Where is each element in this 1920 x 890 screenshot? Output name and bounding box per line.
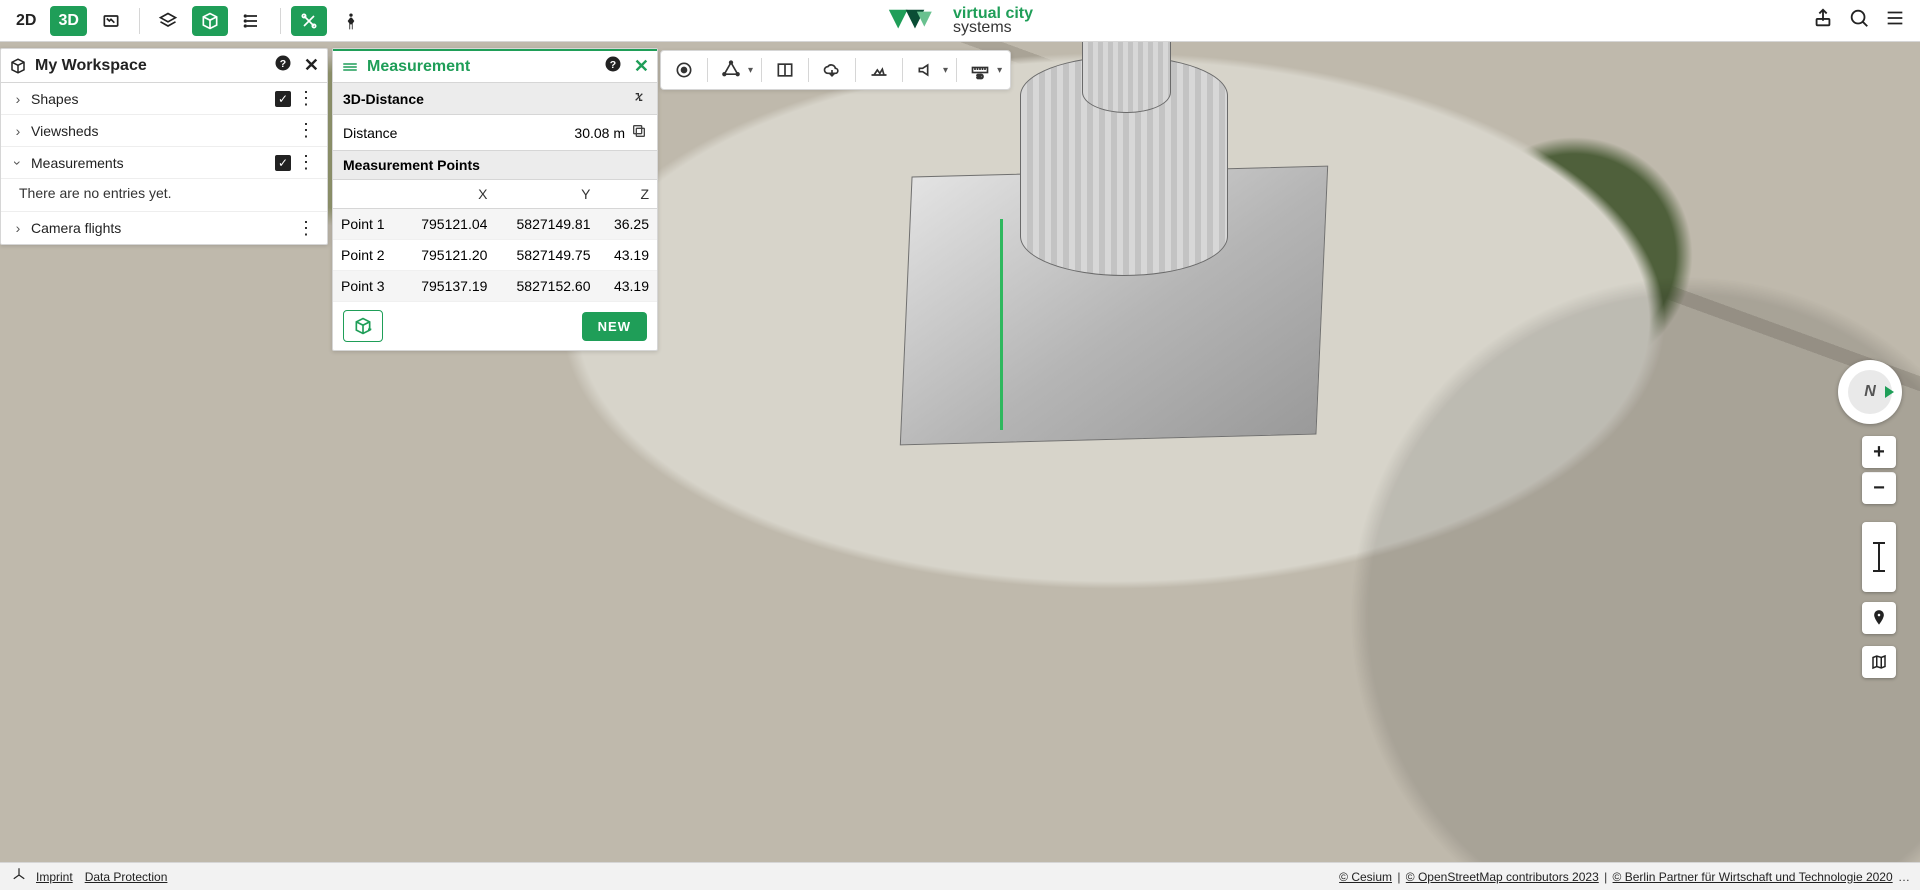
measure-toolbar: ▾ ▾ 3D ▾: [660, 50, 1011, 90]
chevron-down-icon[interactable]: ▾: [943, 65, 952, 76]
collapse-icon[interactable]: [631, 89, 647, 108]
chevron-down-icon[interactable]: ▾: [748, 65, 757, 76]
berlin-link[interactable]: © Berlin Partner für Wirtschaft und Tech…: [1613, 870, 1893, 884]
chevron-right-icon: ›: [11, 123, 25, 139]
tree-label: Measurements: [31, 155, 124, 171]
brand-mark-icon: [887, 6, 943, 36]
col-y: Y: [495, 180, 598, 209]
tree-label: Shapes: [31, 91, 78, 107]
brand-line2: systems: [953, 21, 1033, 35]
col-x: X: [401, 180, 495, 209]
announce-tool-button[interactable]: [907, 54, 945, 86]
footer: Imprint Data Protection © Cesium | © Ope…: [0, 862, 1920, 890]
svg-text:?: ?: [280, 58, 286, 70]
add-to-workspace-button[interactable]: [343, 310, 383, 342]
imprint-link[interactable]: Imprint: [36, 870, 73, 884]
measurement-line: [1000, 219, 1003, 430]
top-toolbar: 2D 3D virtual city systems: [0, 0, 1920, 42]
attribution: © Cesium | © OpenStreetMap contributors …: [1337, 870, 1910, 884]
layers-button[interactable]: [150, 6, 186, 36]
more-icon[interactable]: ⋮: [293, 218, 319, 239]
measure-mode: 3D-Distance: [343, 91, 424, 107]
view-2d-button[interactable]: 2D: [8, 6, 44, 36]
points-table: X Y Z Point 1 795121.04 5827149.81 36.25…: [333, 180, 657, 302]
building-model: [864, 75, 1384, 555]
tree-label: Viewsheds: [31, 123, 98, 139]
point-tool-button[interactable]: [712, 54, 750, 86]
chevron-down-icon[interactable]: ▾: [997, 65, 1006, 76]
distance-label: Distance: [343, 125, 397, 141]
cloud-tool-button[interactable]: [813, 54, 851, 86]
pedestrian-button[interactable]: [333, 6, 369, 36]
col-z: Z: [598, 180, 657, 209]
tilt-button[interactable]: [1862, 522, 1896, 592]
tree-label: Camera flights: [31, 220, 121, 236]
menu-button[interactable]: [1884, 7, 1906, 34]
table-row: Point 3 795137.19 5827152.60 43.19: [333, 271, 657, 302]
zoom-in-button[interactable]: +: [1862, 436, 1896, 468]
copy-icon[interactable]: [631, 123, 647, 142]
checkbox-checked-icon[interactable]: ✓: [275, 91, 291, 107]
locate-button[interactable]: [1862, 602, 1896, 634]
osm-link[interactable]: © OpenStreetMap contributors 2023: [1406, 870, 1599, 884]
close-icon[interactable]: ✕: [304, 55, 319, 76]
split-tool-button[interactable]: [766, 54, 804, 86]
svg-text:3D: 3D: [977, 74, 984, 80]
checkbox-checked-icon[interactable]: ✓: [275, 155, 291, 171]
tree-item-measurements[interactable]: › Measurements ✓ ⋮: [1, 147, 327, 179]
compass[interactable]: N: [1838, 360, 1902, 424]
chevron-right-icon: ›: [11, 91, 25, 107]
chevron-down-icon: ›: [10, 156, 26, 170]
privacy-link[interactable]: Data Protection: [85, 870, 168, 884]
help-icon[interactable]: ?: [274, 54, 292, 77]
tools-button[interactable]: [291, 6, 327, 36]
search-button[interactable]: [1848, 7, 1870, 34]
measurement-title: Measurement: [367, 58, 470, 76]
oblique-view-button[interactable]: [93, 6, 129, 36]
workspace-icon: [9, 57, 27, 75]
more-icon[interactable]: ⋮: [293, 152, 319, 173]
chevron-right-icon: ›: [11, 220, 25, 236]
table-row: Point 2 795121.20 5827149.75 43.19: [333, 240, 657, 271]
help-icon[interactable]: ?: [604, 55, 622, 78]
measurement-icon: [341, 58, 359, 76]
svg-text:?: ?: [610, 59, 616, 71]
table-row: Point 1 795121.04 5827149.81 36.25: [333, 209, 657, 240]
workspace-panel: My Workspace ? ✕ › Shapes ✓ ⋮ › Viewshed…: [0, 48, 328, 245]
measurements-empty: There are no entries yet.: [1, 179, 327, 212]
toolbar-separator: [139, 8, 140, 34]
new-button[interactable]: NEW: [582, 312, 647, 341]
cesium-link[interactable]: © Cesium: [1339, 870, 1392, 884]
overview-map-button[interactable]: [1862, 646, 1896, 678]
settings-list-button[interactable]: [234, 6, 270, 36]
brand-logo: virtual city systems: [887, 6, 1033, 36]
workspace-button[interactable]: [192, 6, 228, 36]
ruler-tool-button[interactable]: 3D: [961, 54, 999, 86]
view-3d-button[interactable]: 3D: [50, 6, 86, 36]
toolbar-separator: [280, 8, 281, 34]
measurement-panel: Measurement ? ✕ 3D-Distance Distance 30.…: [332, 48, 658, 351]
tree-item-shapes[interactable]: › Shapes ✓ ⋮: [1, 83, 327, 115]
more-icon[interactable]: ⋮: [293, 88, 319, 109]
select-tool-button[interactable]: [665, 54, 703, 86]
axis-icon[interactable]: [10, 866, 36, 887]
terrain-tool-button[interactable]: [860, 54, 898, 86]
tree-item-flights[interactable]: › Camera flights ⋮: [1, 212, 327, 244]
compass-letter: N: [1864, 383, 1876, 401]
distance-value: 30.08 m: [574, 125, 625, 141]
tree-item-viewsheds[interactable]: › Viewsheds ⋮: [1, 115, 327, 147]
share-button[interactable]: [1812, 7, 1834, 34]
close-icon[interactable]: ✕: [634, 56, 649, 77]
zoom-out-button[interactable]: −: [1862, 472, 1896, 504]
more-icon[interactable]: ⋮: [293, 120, 319, 141]
workspace-title: My Workspace: [35, 57, 147, 75]
compass-arrow-icon: [1885, 386, 1894, 398]
points-title: Measurement Points: [343, 157, 480, 173]
